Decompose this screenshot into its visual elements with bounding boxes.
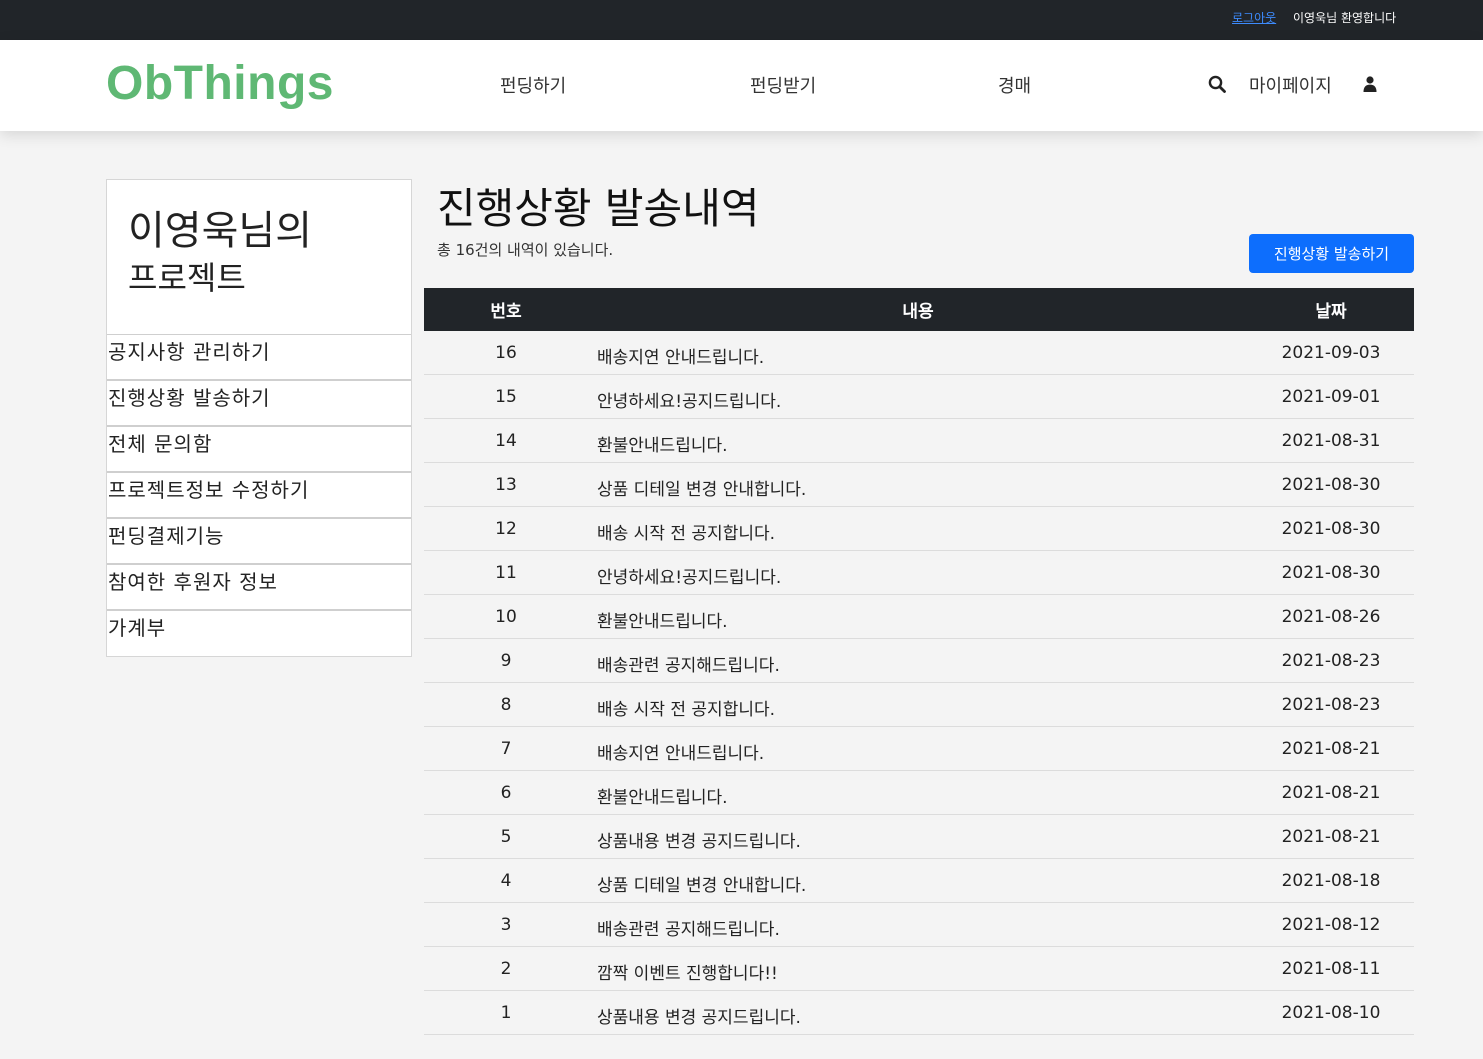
sidebar-item-send-progress[interactable]: 진행상황 발송하기 xyxy=(107,380,411,426)
row-number: 12 xyxy=(495,519,517,539)
row-content: 안녕하세요!공지드립니다. xyxy=(597,392,782,412)
row-number: 15 xyxy=(495,387,517,407)
table-row[interactable]: 8 배송 시작 전 공지합니다. 2021-08-23 xyxy=(424,683,1414,727)
sidebar-item-payment[interactable]: 펀딩결제기능 xyxy=(107,518,411,564)
table-row[interactable]: 1 상품내용 변경 공지드립니다. 2021-08-10 xyxy=(424,991,1414,1035)
row-number: 8 xyxy=(500,695,512,715)
sidebar-item-backers[interactable]: 참여한 후원자 정보 xyxy=(107,564,411,610)
table-row[interactable]: 3 배송관련 공지해드립니다. 2021-08-12 xyxy=(424,903,1414,947)
row-content: 상품내용 변경 공지드립니다. xyxy=(597,1008,801,1028)
site-header: ObThings 펀딩하기 펀딩받기 경매 마이페이지 xyxy=(0,40,1483,131)
row-date: 2021-08-21 xyxy=(1281,827,1381,847)
row-number: 3 xyxy=(500,915,512,935)
row-content: 상품 디테일 변경 안내합니다. xyxy=(597,480,807,500)
user-icon[interactable] xyxy=(1363,76,1377,92)
row-content: 배송지연 안내드립니다. xyxy=(597,744,765,764)
sidebar-item-inquiries[interactable]: 전체 문의함 xyxy=(107,426,411,472)
row-content: 환불안내드립니다. xyxy=(597,612,728,632)
nav-auction[interactable]: 경매 xyxy=(998,72,1031,98)
row-content: 상품 디테일 변경 안내합니다. xyxy=(597,876,807,896)
row-date: 2021-08-10 xyxy=(1281,1003,1381,1023)
row-content: 배송 시작 전 공지합니다. xyxy=(597,700,776,720)
table-row[interactable]: 4 상품 디테일 변경 안내합니다. 2021-08-18 xyxy=(424,859,1414,903)
row-content: 배송 시작 전 공지합니다. xyxy=(597,524,776,544)
row-number: 2 xyxy=(500,959,512,979)
sidebar-item-edit-project[interactable]: 프로젝트정보 수정하기 xyxy=(107,472,411,518)
project-sidebar: 이영욱님의 프로젝트 공지사항 관리하기 진행상황 발송하기 전체 문의함 프로… xyxy=(106,179,412,657)
row-date: 2021-08-21 xyxy=(1281,739,1381,759)
row-content: 안녕하세요!공지드립니다. xyxy=(597,568,782,588)
row-number: 13 xyxy=(495,475,517,495)
row-content: 배송관련 공지해드립니다. xyxy=(597,920,780,940)
table-header: 번호 내용 날짜 xyxy=(424,288,1414,331)
row-date: 2021-08-21 xyxy=(1281,783,1381,803)
row-number: 6 xyxy=(500,783,512,803)
row-date: 2021-09-03 xyxy=(1281,343,1381,363)
row-date: 2021-08-30 xyxy=(1281,475,1381,495)
welcome-text: 이영욱님 환영합니다 xyxy=(1293,11,1397,25)
row-date: 2021-08-30 xyxy=(1281,519,1381,539)
send-progress-button[interactable]: 진행상황 발송하기 xyxy=(1249,234,1414,273)
sidebar-item-notice[interactable]: 공지사항 관리하기 xyxy=(107,334,411,380)
table-row[interactable]: 9 배송관련 공지해드립니다. 2021-08-23 xyxy=(424,639,1414,683)
row-number: 16 xyxy=(495,343,517,363)
table-row[interactable]: 11 안녕하세요!공지드립니다. 2021-08-30 xyxy=(424,551,1414,595)
row-number: 5 xyxy=(500,827,512,847)
site-logo[interactable]: ObThings xyxy=(106,56,334,111)
row-number: 4 xyxy=(500,871,512,891)
row-date: 2021-08-11 xyxy=(1281,959,1381,979)
row-content: 환불안내드립니다. xyxy=(597,788,728,808)
column-header-date: 날짜 xyxy=(1315,302,1347,322)
table-row[interactable]: 5 상품내용 변경 공지드립니다. 2021-08-21 xyxy=(424,815,1414,859)
sidebar-title: 이영욱님의 xyxy=(128,208,312,254)
nav-fund[interactable]: 펀딩하기 xyxy=(500,72,566,98)
total-count-text: 총 16건의 내역이 있습니다. xyxy=(437,241,614,259)
row-content: 상품내용 변경 공지드립니다. xyxy=(597,832,801,852)
logout-link[interactable]: 로그아웃 xyxy=(1232,9,1276,26)
sidebar-subtitle: 프로젝트 xyxy=(128,259,246,297)
table-row[interactable]: 15 안녕하세요!공지드립니다. 2021-09-01 xyxy=(424,375,1414,419)
row-content: 깜짝 이벤트 진행합니다!! xyxy=(597,964,778,984)
row-number: 9 xyxy=(500,651,512,671)
page-title: 진행상황 발송내역 xyxy=(437,184,760,233)
table-row[interactable]: 2 깜짝 이벤트 진행합니다!! 2021-08-11 xyxy=(424,947,1414,991)
table-row[interactable]: 14 환불안내드립니다. 2021-08-31 xyxy=(424,419,1414,463)
row-date: 2021-08-26 xyxy=(1281,607,1381,627)
table-row[interactable]: 13 상품 디테일 변경 안내합니다. 2021-08-30 xyxy=(424,463,1414,507)
row-number: 10 xyxy=(495,607,517,627)
table-row[interactable]: 16 배송지연 안내드립니다. 2021-09-03 xyxy=(424,331,1414,375)
row-number: 7 xyxy=(500,739,512,759)
table-row[interactable]: 10 환불안내드립니다. 2021-08-26 xyxy=(424,595,1414,639)
row-content: 환불안내드립니다. xyxy=(597,436,728,456)
nav-receive-funding[interactable]: 펀딩받기 xyxy=(750,72,816,98)
row-date: 2021-08-30 xyxy=(1281,563,1381,583)
row-date: 2021-08-12 xyxy=(1281,915,1381,935)
row-date: 2021-08-23 xyxy=(1281,651,1381,671)
row-content: 배송지연 안내드립니다. xyxy=(597,348,765,368)
search-icon[interactable] xyxy=(1208,75,1226,93)
column-header-content: 내용 xyxy=(902,302,934,322)
column-header-no: 번호 xyxy=(490,302,522,322)
progress-history-table: 번호 내용 날짜 16 배송지연 안내드립니다. 2021-09-03 15 안녕하세요… xyxy=(424,288,1414,1035)
table-row[interactable]: 12 배송 시작 전 공지합니다. 2021-08-30 xyxy=(424,507,1414,551)
table-body: 16 배송지연 안내드립니다. 2021-09-03 15 안녕하세요!공지드립니다. 2… xyxy=(424,331,1414,1035)
table-row[interactable]: 6 환불안내드립니다. 2021-08-21 xyxy=(424,771,1414,815)
row-number: 1 xyxy=(500,1003,512,1023)
row-number: 14 xyxy=(495,431,517,451)
row-date: 2021-08-23 xyxy=(1281,695,1381,715)
row-content: 배송관련 공지해드립니다. xyxy=(597,656,780,676)
row-date: 2021-08-18 xyxy=(1281,871,1381,891)
mypage-link[interactable]: 마이페이지 xyxy=(1249,72,1332,98)
sidebar-item-ledger[interactable]: 가계부 xyxy=(107,610,411,656)
row-number: 11 xyxy=(495,563,517,583)
row-date: 2021-08-31 xyxy=(1281,431,1381,451)
row-date: 2021-09-01 xyxy=(1281,387,1381,407)
top-bar: 로그아웃 이영욱님 환영합니다 xyxy=(0,0,1483,40)
table-row[interactable]: 7 배송지연 안내드립니다. 2021-08-21 xyxy=(424,727,1414,771)
